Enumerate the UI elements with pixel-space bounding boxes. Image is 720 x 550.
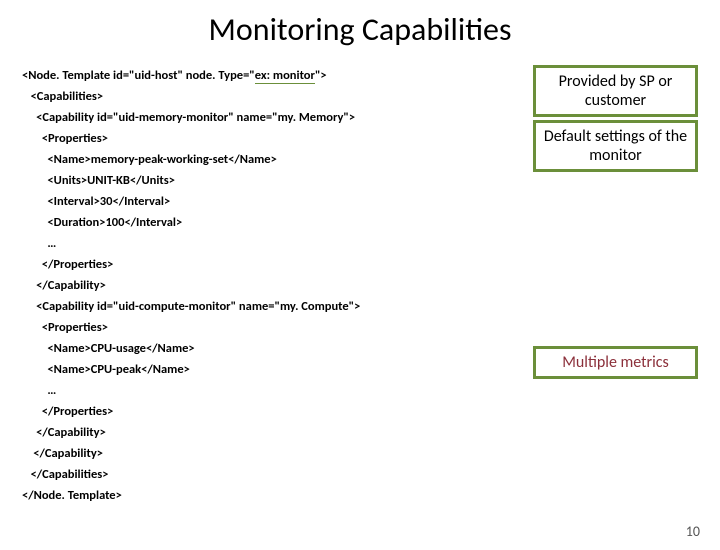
code-line: <Name>CPU-peak</Name> — [22, 359, 360, 380]
code-line: </Properties> — [22, 254, 360, 275]
code-line: <Interval>30</Interval> — [22, 191, 360, 212]
xml-code-block: <Node. Template id="uid-host" node. Type… — [22, 65, 360, 506]
code-line: <Capabilities> — [22, 86, 360, 107]
code-line: </Node. Template> — [22, 485, 360, 506]
code-line: </Properties> — [22, 401, 360, 422]
code-line: <Capability id="uid-compute-monitor" nam… — [22, 296, 360, 317]
page-number: 10 — [686, 523, 700, 540]
callout-provided-by: Provided by SP or customer — [533, 65, 698, 117]
code-line: <Units>UNIT-KB</Units> — [22, 170, 360, 191]
code-line: </Capability> — [22, 422, 360, 443]
code-line: <Properties> — [22, 128, 360, 149]
code-text: "> — [315, 68, 327, 83]
code-line: … — [22, 380, 360, 401]
code-line: </Capabilities> — [22, 464, 360, 485]
code-line: <Name>CPU-usage</Name> — [22, 338, 360, 359]
code-highlight-type: ex: monitor — [255, 68, 315, 84]
code-line: <Name>memory-peak-working-set</Name> — [22, 149, 360, 170]
code-line: <Duration>100</Interval> — [22, 212, 360, 233]
callout-default-settings: Default settings of the monitor — [533, 120, 698, 172]
code-line: </Capability> — [22, 443, 360, 464]
code-text: <Node. Template id="uid-host" node. Type… — [22, 68, 255, 83]
callout-multiple-metrics: Multiple metrics — [533, 346, 698, 379]
code-line: </Capability> — [22, 275, 360, 296]
code-line: <Properties> — [22, 317, 360, 338]
slide-title: Monitoring Capabilities — [0, 10, 720, 49]
code-line: <Capability id="uid-memory-monitor" name… — [22, 107, 360, 128]
code-line: <Node. Template id="uid-host" node. Type… — [22, 65, 360, 86]
code-line: … — [22, 233, 360, 254]
